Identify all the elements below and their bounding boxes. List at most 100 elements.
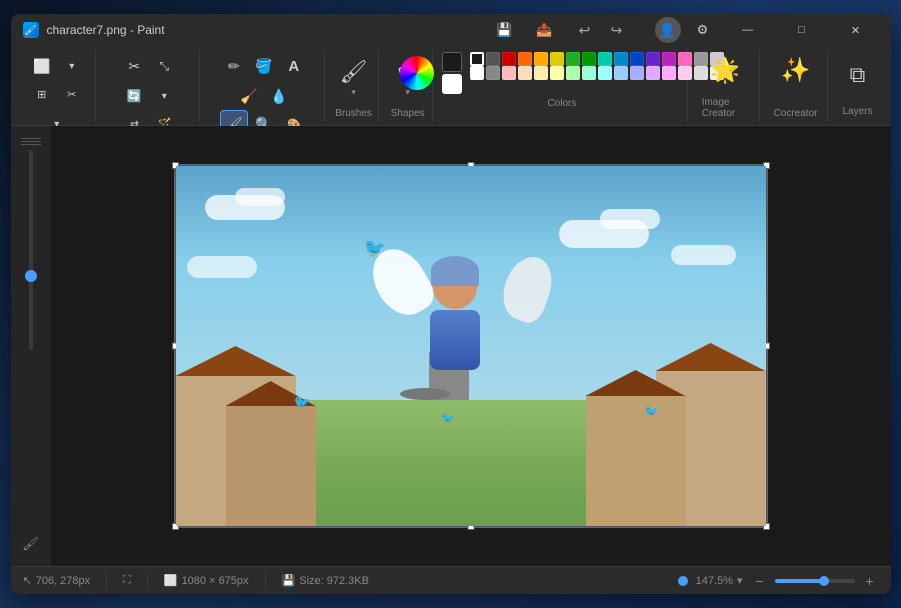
share-icon-btn[interactable]: 📤 [531,16,559,44]
color-swatch[interactable] [502,52,516,66]
zoom-slider-vertical [29,150,33,526]
color-swatch[interactable] [662,66,676,80]
minimize-button[interactable]: — [725,14,771,46]
color-swatch[interactable] [470,66,484,80]
color-preview [442,52,462,94]
color-swatch[interactable] [614,66,628,80]
file-size-text: Size: 972.3KB [299,575,369,587]
color-swatches [470,52,724,80]
canvas-image[interactable]: 🐦 🐦 🐦 🐦 [176,166,766,526]
zoom-fill [775,579,823,583]
app-icon: 🖌 [23,22,39,38]
character-figure: 🐦 [400,238,520,418]
crop-btn[interactable]: ✂ [120,52,148,80]
select-free-btn[interactable]: ✂ [58,80,86,108]
zoom-dot-icon [678,576,688,586]
save-icon-btn[interactable]: 💾 [491,16,519,44]
sidebar-tool-icon[interactable]: 🖌 [17,530,45,558]
rotate-btn[interactable]: 🔄 [120,82,148,110]
settings-icon-btn[interactable]: ⚙ [689,16,717,44]
bird-2: 🐦 [644,404,659,418]
undo-redo-group: ↩ ↪ [571,16,631,44]
char-body [430,310,480,370]
canvas-area: 🖌 [11,126,891,566]
color-swatch[interactable] [582,66,596,80]
color-swatch[interactable] [534,52,548,66]
scroll-indicator [21,138,41,146]
img-dropdown[interactable]: ▾ [150,82,178,110]
cocreator-label: Cocreator [774,108,818,119]
cloud-5 [187,256,257,278]
color-swatch[interactable] [534,66,548,80]
toolbar-group-layers[interactable]: ⧉ Layers [832,50,882,121]
color-swatch[interactable] [566,52,580,66]
zoom-in-btn[interactable]: + [861,572,879,590]
tools-row1: ✏ 🪣 A 🧹 💧 [210,52,319,110]
dimensions-text: 1080 × 675px [182,575,249,587]
fill-btn[interactable]: 🪣 [250,52,278,80]
zoom-thumb[interactable] [25,270,37,282]
color-swatch[interactable] [550,52,564,66]
toolbar-group-cocreator[interactable]: ✨ Cocreator [764,50,829,121]
color-swatch[interactable] [486,66,500,80]
toolbar-group-selection: ⬜ ▾ ⊞ ✂ ▾ Selection [19,50,97,121]
color-swatch[interactable] [662,52,676,66]
color-swatch[interactable] [486,52,500,66]
title-bar-left: 🖌 character7.png - Paint [23,22,165,38]
brushes-btn[interactable]: 🖌 ▾ [336,52,372,104]
canvas-wrapper: 🐦 🐦 🐦 🐦 [175,165,767,527]
color-wheel-btn[interactable] [400,56,434,90]
color-swatch[interactable] [614,52,628,66]
zoom-percentage[interactable]: 147.5% ▾ [696,574,743,587]
colors-label: Colors [547,98,576,109]
zoom-thumb-h[interactable] [819,576,829,586]
color-swatch[interactable] [582,52,596,66]
zoom-slider-h[interactable] [775,579,855,583]
color-swatch[interactable] [470,52,484,66]
resize-btn[interactable]: ⤡ [150,52,178,80]
color-swatch[interactable] [550,66,564,80]
zoom-out-btn[interactable]: − [751,572,769,590]
left-sidebar: 🖌 [11,126,51,566]
select-all-btn[interactable]: ⊞ [28,80,56,108]
toolbar-group-tools: ✏ 🪣 A 🧹 💧 🖌 🔍 🎨 Tools [204,50,326,121]
bg-color-box[interactable] [442,74,462,94]
redo-button[interactable]: ↪ [603,16,631,44]
cloud-2 [235,188,285,206]
eraser-btn[interactable]: 🧹 [235,82,263,110]
color-swatch[interactable] [646,52,660,66]
color-swatch[interactable] [502,66,516,80]
pencil-btn[interactable]: ✏ [220,52,248,80]
color-swatch[interactable] [646,66,660,80]
window-title: character7.png - Paint [47,23,165,37]
color-swatch[interactable] [598,66,612,80]
selection-rect-btn[interactable]: ⬜ [28,52,56,80]
building-right-2 [586,396,686,526]
selection-dropdown[interactable]: ▾ [58,52,86,80]
color-swatch[interactable] [518,66,532,80]
title-bar-icons: 💾 📤 ↩ ↪ [491,16,631,44]
status-divider-2 [147,573,148,589]
status-divider-3 [265,573,266,589]
canvas-container[interactable]: 🐦 🐦 🐦 🐦 [51,126,891,566]
zoom-dropdown-icon: ▾ [737,574,743,587]
color-swatch[interactable] [678,66,692,80]
image-creator-icon: 🌟 [710,56,740,85]
color-swatch[interactable] [566,66,580,80]
fg-color-box[interactable] [442,52,462,72]
toolbar-group-image-creator[interactable]: 🌟 Image Creator [692,50,760,121]
color-swatch[interactable] [598,52,612,66]
color-swatch[interactable] [630,66,644,80]
color-swatch[interactable] [678,52,692,66]
close-button[interactable]: ✕ [833,14,879,46]
text-btn[interactable]: A [280,52,308,80]
maximize-button[interactable]: □ [779,14,825,46]
toolbar-group-image: ✂ ⤡ 🔄 ▾ ⇄ 🪄 ▾ Image [100,50,200,121]
user-avatar[interactable]: 👤 [655,17,681,43]
color-picker-btn[interactable]: 💧 [265,82,293,110]
color-swatch[interactable] [518,52,532,66]
color-swatch[interactable] [630,52,644,66]
undo-button[interactable]: ↩ [571,16,599,44]
zoom-track[interactable] [29,150,33,350]
toolbar-group-brushes: 🖌 ▾ Brushes [329,50,379,121]
